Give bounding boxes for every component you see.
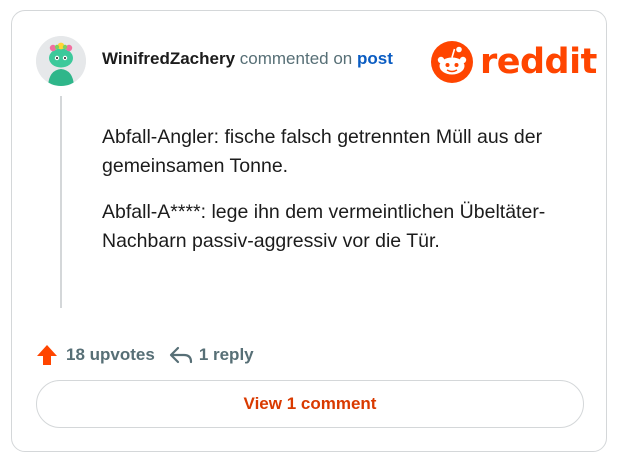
snoo-avatar-icon (36, 36, 86, 86)
comment-header: WinifredZachery commented on post (102, 49, 393, 69)
reply-count[interactable]: 1 reply (199, 345, 254, 365)
post-link[interactable]: post (357, 49, 393, 68)
reply-icon[interactable] (169, 345, 193, 365)
username-link[interactable]: WinifredZachery (102, 49, 235, 68)
comment-body: Abfall-Angler: fische falsch getrennten … (102, 123, 572, 273)
reddit-snoo-icon (431, 41, 473, 83)
upvote-arrow-icon[interactable] (36, 344, 58, 366)
comment-paragraph: Abfall-A****: lege ihn dem vermeintliche… (102, 201, 546, 252)
user-avatar[interactable] (36, 36, 86, 86)
comment-footer: 18 upvotes 1 reply (36, 344, 254, 366)
reddit-wordmark: reddit (480, 42, 597, 82)
upvote-count: 18 upvotes (66, 345, 155, 364)
view-comments-button[interactable]: View 1 comment (36, 380, 584, 428)
reddit-logo[interactable]: reddit (430, 40, 597, 84)
thread-line (60, 96, 62, 308)
action-text: commented on (239, 49, 353, 68)
comment-paragraph: Abfall-Angler: fische falsch getrennten … (102, 126, 543, 177)
